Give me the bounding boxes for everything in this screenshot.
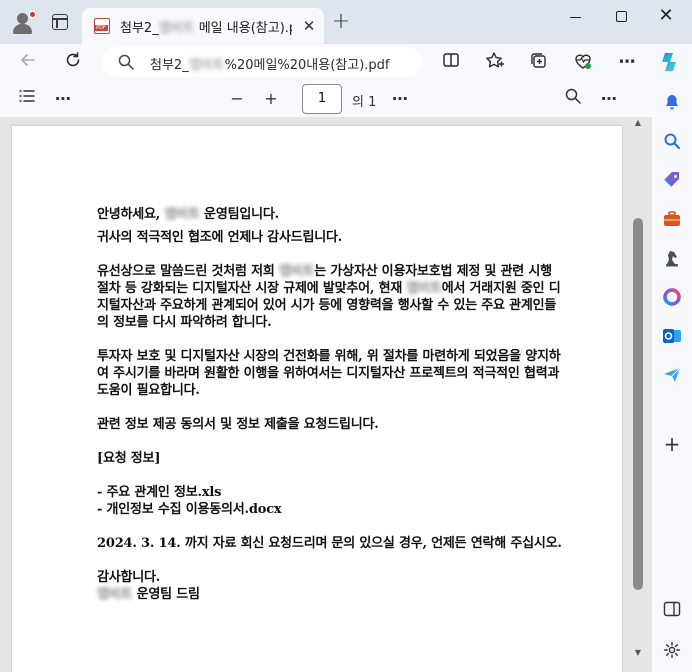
toolbox-icon[interactable] bbox=[660, 207, 684, 231]
split-screen-icon[interactable] bbox=[660, 597, 684, 621]
tab-actions-icon[interactable] bbox=[52, 14, 68, 30]
tag-icon[interactable] bbox=[660, 168, 684, 192]
zoom-in-button[interactable]: + bbox=[260, 88, 282, 110]
paragraph-deadline: 2024. 3. 14. 까지 자료 회신 요청드리며 문의 있으실 경우, 언… bbox=[97, 536, 562, 551]
pdf-more-button[interactable]: ⋯ bbox=[389, 88, 411, 110]
office-icon[interactable] bbox=[660, 285, 684, 309]
search-icon[interactable] bbox=[660, 129, 684, 153]
reload-button[interactable] bbox=[62, 51, 84, 73]
maximize-button[interactable] bbox=[616, 11, 627, 22]
list-item: - 주요 관계인 정보.xls bbox=[97, 485, 222, 500]
tab-pdf[interactable]: PDF 첨부2_앱비트 메일 내용(참고).pdf ✕ bbox=[82, 8, 324, 44]
address-bar[interactable]: 첨부2_앱비트%20메일%20내용(참고).pdf bbox=[102, 47, 422, 77]
page-number-input[interactable]: 1 bbox=[302, 84, 342, 114]
pdf-viewer[interactable]: 안녕하세요, 앱비트 운영팀입니다. 귀사의 적극적인 협조에 언제나 감사드립… bbox=[0, 118, 652, 672]
copilot-icon[interactable] bbox=[658, 51, 680, 73]
greeting: 안녕하세요, 앱비트 운영팀입니다. bbox=[97, 207, 279, 222]
table-of-contents-icon[interactable] bbox=[16, 88, 38, 110]
edge-sidebar: + bbox=[652, 80, 692, 672]
document-body: 안녕하세요, 앱비트 운영팀입니다. 귀사의 적극적인 협조에 언제나 감사드립… bbox=[97, 206, 567, 603]
pdf-page: 안녕하세요, 앱비트 운영팀입니다. 귀사의 적극적인 협조에 언제나 감사드립… bbox=[12, 126, 622, 672]
search-icon bbox=[118, 54, 134, 70]
reader-view-icon[interactable] bbox=[440, 51, 462, 73]
scrollbar-thumb[interactable] bbox=[633, 218, 643, 590]
scroll-down-arrow[interactable]: ▼ bbox=[633, 648, 643, 657]
title-bar: PDF 첨부2_앱비트 메일 내용(참고).pdf ✕ + ✕ bbox=[0, 0, 692, 44]
pdf-more-left-button[interactable]: ⋯ bbox=[52, 88, 74, 110]
add-icon[interactable]: + bbox=[660, 432, 684, 456]
signature: 앱비트 운영팀 드림 bbox=[97, 587, 200, 602]
profile-avatar-icon[interactable] bbox=[10, 10, 36, 36]
back-button[interactable] bbox=[17, 51, 39, 73]
outlook-icon[interactable] bbox=[660, 324, 684, 348]
page-count: 의 1 bbox=[352, 95, 377, 110]
pdf-icon: PDF bbox=[94, 18, 110, 34]
closing: 감사합니다. bbox=[97, 570, 161, 585]
settings-more-button[interactable]: ⋯ bbox=[616, 51, 638, 73]
close-window-button[interactable]: ✕ bbox=[656, 6, 676, 26]
send-icon[interactable] bbox=[660, 363, 684, 387]
list-item: - 개인정보 수집 이용동의서.docx bbox=[97, 502, 282, 517]
address-bar-row: 첨부2_앱비트%20메일%20내용(참고).pdf ⋯ bbox=[0, 44, 692, 80]
close-tab-button[interactable]: ✕ bbox=[300, 17, 318, 35]
url-text: 첨부2_앱비트%20메일%20내용(참고).pdf bbox=[150, 58, 390, 73]
request-heading: [요청 정보] bbox=[97, 451, 161, 466]
paragraph-regulation: 유선상으로 말씀드린 것처럼 저희 앱비트는 가상자산 이용자보호법 제정 및 … bbox=[97, 264, 561, 330]
pdf-toolbar: ⋯ − + 1 의 1 ⋯ ⋯ bbox=[0, 80, 652, 118]
paragraph-investor: 투자자 보호 및 디지털자산 시장의 건전화를 위해, 위 절차를 마련하게 되… bbox=[97, 349, 561, 398]
zoom-out-button[interactable]: − bbox=[226, 88, 248, 110]
collections-icon[interactable] bbox=[528, 51, 550, 73]
thanks-line: 귀사의 적극적인 협조에 언제나 감사드립니다. bbox=[97, 230, 343, 245]
settings-icon[interactable] bbox=[660, 638, 684, 662]
paragraph-request: 관련 정보 제공 동의서 및 정보 제출을 요청드립니다. bbox=[97, 417, 379, 432]
chess-icon[interactable] bbox=[660, 246, 684, 270]
minimize-button[interactable] bbox=[566, 10, 586, 26]
new-tab-button[interactable]: + bbox=[330, 11, 352, 34]
favorite-star-icon[interactable] bbox=[484, 51, 506, 73]
pdf-search-icon[interactable] bbox=[562, 88, 584, 110]
tab-title: 첨부2_앱비트 메일 내용(참고).pdf bbox=[120, 21, 292, 36]
pdf-more-right-button[interactable]: ⋯ bbox=[598, 88, 620, 110]
scroll-up-arrow[interactable]: ▲ bbox=[633, 118, 643, 127]
bell-icon[interactable] bbox=[660, 90, 684, 114]
browser-essentials-icon[interactable] bbox=[572, 51, 594, 73]
